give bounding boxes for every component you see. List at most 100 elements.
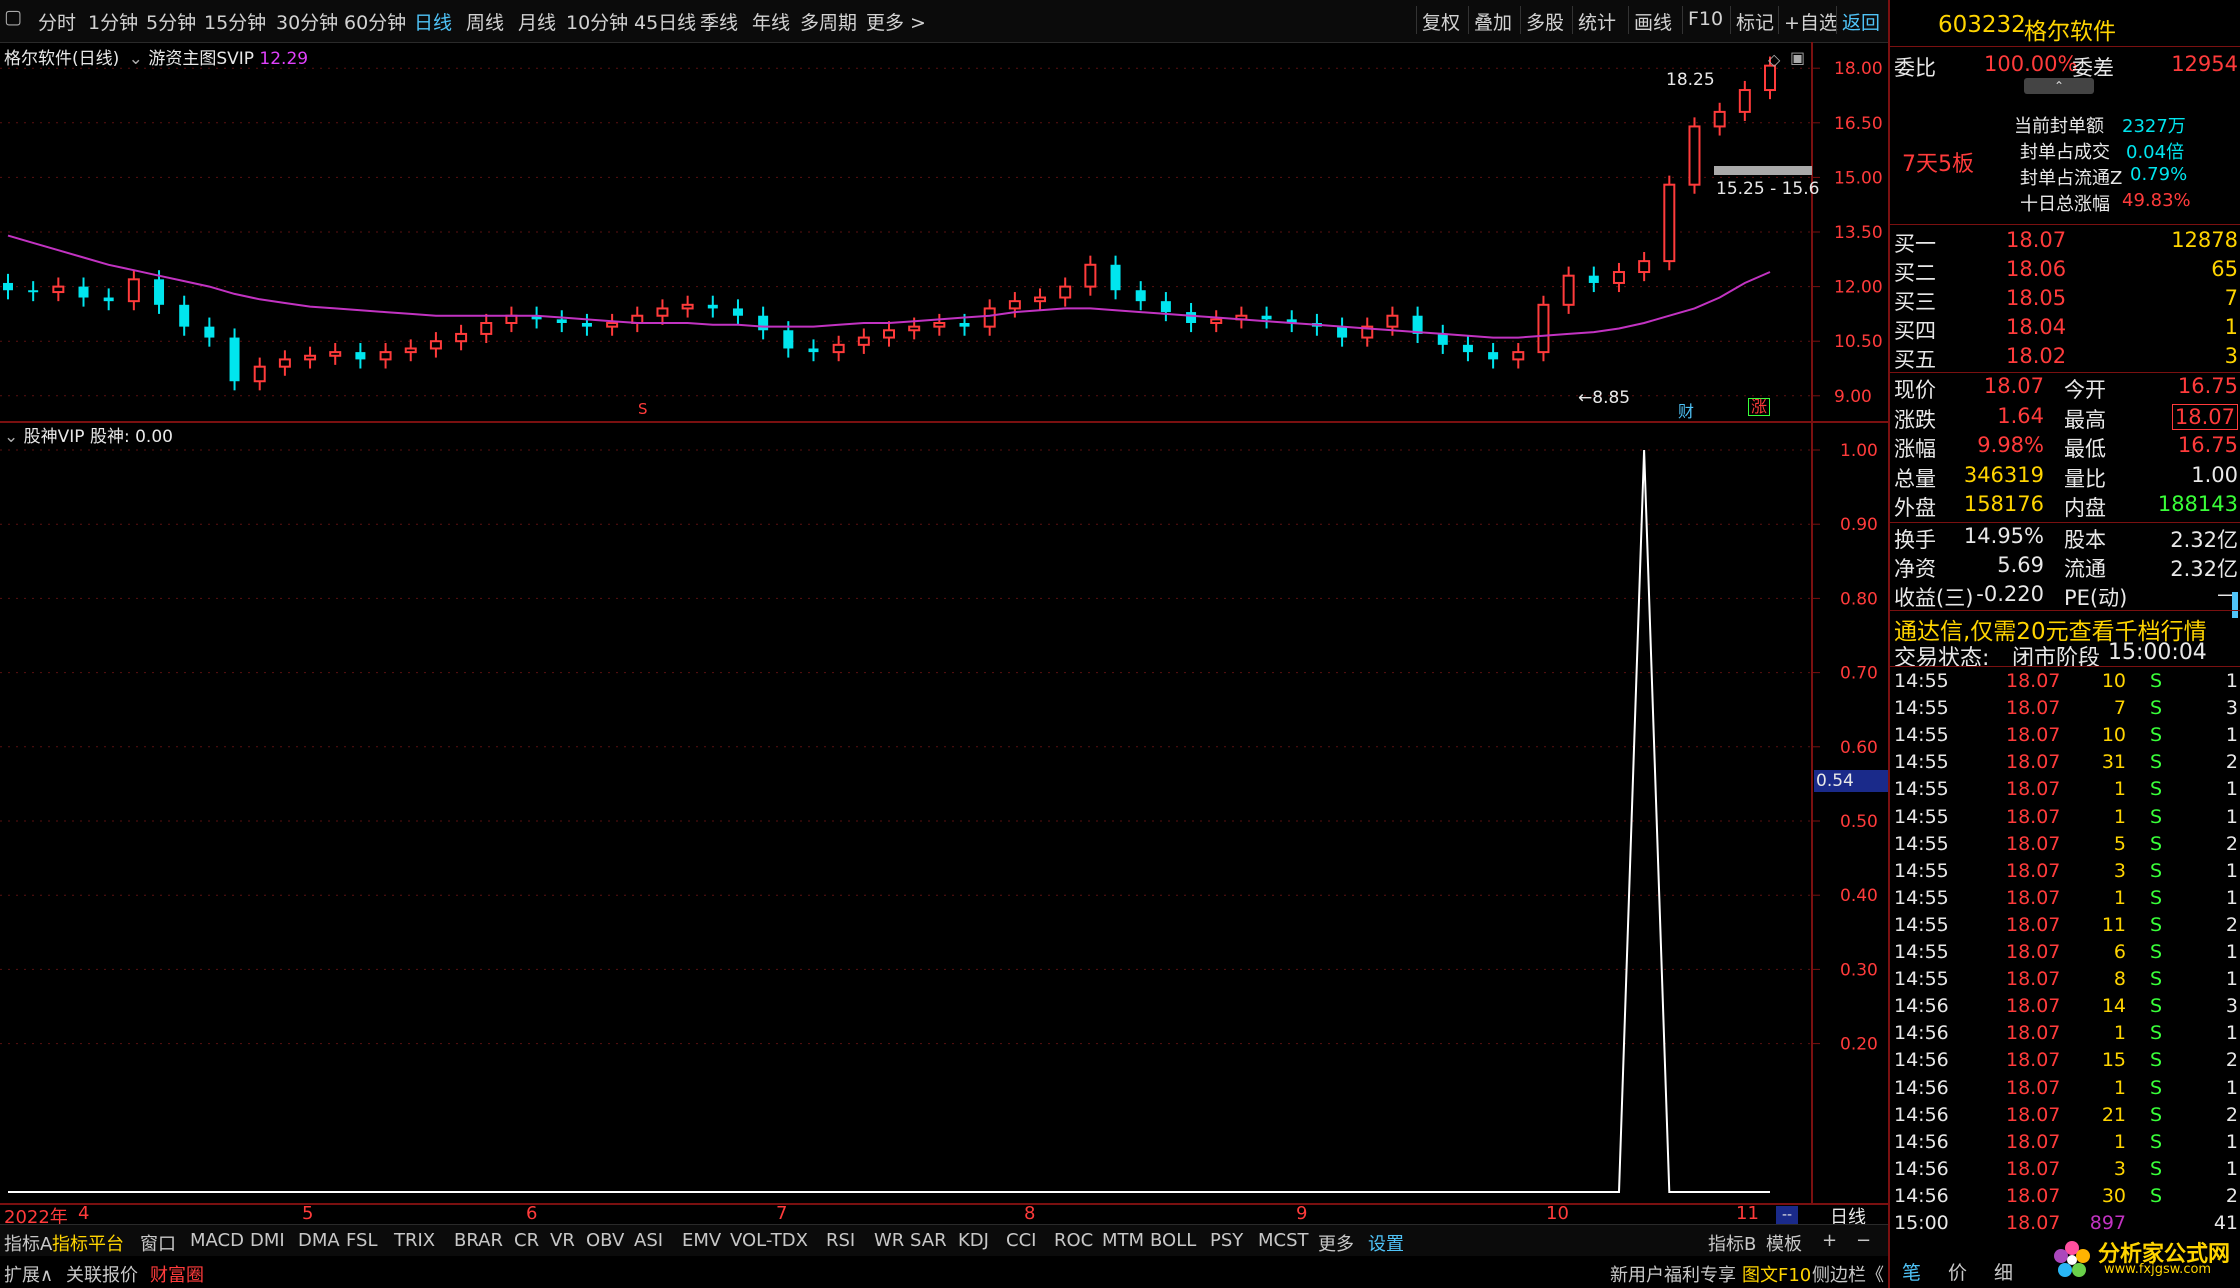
tab-period-13[interactable]: 多周期 bbox=[800, 8, 857, 35]
diamond-icon[interactable]: ◇ bbox=[1768, 50, 1780, 69]
indicator-right-tab-0[interactable]: 指标B bbox=[1708, 1230, 1756, 1256]
indicator-tab-23[interactable]: PSY bbox=[1210, 1230, 1243, 1251]
indicator-tab-3[interactable]: MACD bbox=[190, 1230, 244, 1251]
indicator-tab-16[interactable]: WR bbox=[874, 1230, 904, 1251]
indicator-tab-19[interactable]: CCI bbox=[1006, 1230, 1036, 1251]
bottom-right-tab-0[interactable]: 新用户福利专享 bbox=[1610, 1261, 1736, 1287]
tab-period-4[interactable]: 30分钟 bbox=[276, 8, 338, 35]
indicator-tab-20[interactable]: ROC bbox=[1054, 1230, 1093, 1251]
tab-period-7[interactable]: 周线 bbox=[466, 8, 504, 35]
bottom-left-tab-2[interactable]: 财富圈 bbox=[150, 1261, 204, 1287]
candle-body bbox=[52, 285, 65, 294]
indicator-tab-25[interactable]: 更多 bbox=[1318, 1230, 1354, 1256]
indicator-tab-10[interactable]: VR bbox=[550, 1230, 575, 1251]
candle-body bbox=[278, 358, 291, 368]
candle-body bbox=[1160, 301, 1171, 313]
tab-period-5[interactable]: 60分钟 bbox=[344, 8, 406, 35]
trade-time: 14:56 bbox=[1894, 1184, 1949, 1207]
tab-period-2[interactable]: 5分钟 bbox=[146, 8, 196, 35]
footer-tab-1[interactable]: 价 bbox=[1948, 1258, 1967, 1285]
trade-side: S bbox=[2150, 886, 2163, 909]
indicator-tab-14[interactable]: VOL-TDX bbox=[730, 1230, 808, 1251]
tab-period-6[interactable]: 日线 bbox=[414, 8, 452, 35]
indicator-tab-15[interactable]: RSI bbox=[826, 1230, 855, 1251]
indicator-right-tab-1[interactable]: 模板 bbox=[1766, 1230, 1802, 1256]
tab-period-9[interactable]: 10分钟 bbox=[566, 8, 628, 35]
candle-body bbox=[1261, 315, 1272, 320]
tab-period-14[interactable]: 更多 > bbox=[866, 8, 926, 35]
tab-period-12[interactable]: 年线 bbox=[752, 8, 790, 35]
stat-value: 18.07 bbox=[2171, 403, 2238, 430]
indicator-tab-1[interactable]: 指标平台 bbox=[52, 1230, 124, 1256]
s-marker[interactable]: S bbox=[638, 400, 648, 418]
trade-volume: 3 bbox=[2113, 1157, 2126, 1180]
tab-right-1[interactable]: 叠加 bbox=[1474, 8, 1512, 35]
bottom-left-tab-1[interactable]: 关联报价 bbox=[66, 1261, 138, 1287]
indicator-tab-18[interactable]: KDJ bbox=[958, 1230, 989, 1251]
indicator-right-tab-3[interactable]: − bbox=[1856, 1230, 1871, 1251]
bid-volume: 3 bbox=[2224, 344, 2238, 368]
candle-body bbox=[103, 297, 114, 302]
tab-right-5[interactable]: F10 bbox=[1688, 8, 1723, 30]
indicator-tab-11[interactable]: OBV bbox=[586, 1230, 624, 1251]
stat-label: 换手 bbox=[1894, 528, 1936, 552]
indicator-tab-2[interactable]: 窗口 bbox=[140, 1230, 176, 1256]
trade-volume: 8 bbox=[2113, 968, 2126, 991]
bottom-left-tab-0[interactable]: 扩展∧ bbox=[4, 1261, 53, 1287]
trade-side: S bbox=[2150, 1076, 2163, 1099]
tab-right-3[interactable]: 统计 bbox=[1578, 8, 1616, 35]
scroll-indicator[interactable]: -- bbox=[1776, 1206, 1798, 1224]
indicator-tab-24[interactable]: MCST bbox=[1258, 1230, 1309, 1251]
indicator-tab-22[interactable]: BOLL bbox=[1150, 1230, 1196, 1251]
tab-period-3[interactable]: 15分钟 bbox=[204, 8, 266, 35]
indicator-tab-4[interactable]: DMI bbox=[250, 1230, 285, 1251]
chart-area[interactable]: 18.00 16.50 15.00 13.50 12.00 10.50 9.00 1.00 0… bbox=[0, 42, 1888, 1224]
bottom-right-tab-1[interactable]: 图文F10 bbox=[1742, 1261, 1811, 1287]
tab-period-0[interactable]: 分时 bbox=[38, 8, 76, 35]
watermark: 分析家公式网 www.fxjgsw.com bbox=[2048, 1234, 2238, 1282]
tab-period-8[interactable]: 月线 bbox=[518, 8, 556, 35]
footer-tab-0[interactable]: 笔 bbox=[1902, 1258, 1921, 1285]
zhang-marker[interactable]: 涨 bbox=[1748, 398, 1771, 416]
indicator-tab-7[interactable]: TRIX bbox=[394, 1230, 435, 1251]
tab-period-10[interactable]: 45日线 bbox=[634, 8, 696, 35]
tab-right-4[interactable]: 画线 bbox=[1634, 8, 1672, 35]
indicator-tab-17[interactable]: SAR bbox=[910, 1230, 947, 1251]
tab-right-2[interactable]: 多股 bbox=[1526, 8, 1564, 35]
bottom-right-tab-2[interactable]: 侧边栏《 bbox=[1812, 1261, 1884, 1287]
panel-scrollbar[interactable] bbox=[2232, 592, 2238, 618]
footer-tab-2[interactable]: 细 bbox=[1994, 1258, 2013, 1285]
indicator-tab-13[interactable]: EMV bbox=[682, 1230, 721, 1251]
indicator-tab-8[interactable]: BRAR bbox=[454, 1230, 503, 1251]
indicator-tab-21[interactable]: MTM bbox=[1102, 1230, 1144, 1251]
layout-icon[interactable]: ▣ bbox=[1790, 48, 1805, 67]
stat-label: 现价 bbox=[1894, 378, 1936, 402]
collapse-icon[interactable]: ⌃ bbox=[2024, 78, 2094, 94]
tab-right-0[interactable]: 复权 bbox=[1422, 8, 1460, 35]
tab-right-6[interactable]: 标记 bbox=[1736, 8, 1774, 35]
y-tick-label: 0.20 bbox=[1840, 1035, 1878, 1055]
cai-marker[interactable]: 财 bbox=[1678, 398, 1694, 422]
tab-period-11[interactable]: 季线 bbox=[700, 8, 738, 35]
indicator-tab-26[interactable]: 设置 bbox=[1368, 1230, 1404, 1256]
candle-body bbox=[832, 343, 845, 354]
indicator-bar: 指标A 指标平台 窗口 MACD DMI DMA FSL TRIX BRAR CR VR OBV ASI… bbox=[0, 1224, 1888, 1257]
trade-price: 18.07 bbox=[2006, 941, 2061, 963]
trade-count: 1 bbox=[2225, 670, 2238, 692]
trade-time: 14:56 bbox=[1894, 1076, 1949, 1099]
window-icon[interactable]: ▢ bbox=[4, 6, 22, 28]
indicator-tab-9[interactable]: CR bbox=[514, 1230, 539, 1251]
candle-body bbox=[556, 319, 567, 323]
indicator-right-tab-2[interactable]: + bbox=[1822, 1230, 1837, 1251]
indicator-tab-12[interactable]: ASI bbox=[634, 1230, 663, 1251]
indicator-tab-6[interactable]: FSL bbox=[346, 1230, 378, 1251]
indicator-tab-0[interactable]: 指标A bbox=[4, 1230, 52, 1256]
high-price-label: 18.25 bbox=[1666, 70, 1715, 90]
tab-right-8[interactable]: 返回 bbox=[1842, 8, 1880, 35]
tab-period-1[interactable]: 1分钟 bbox=[88, 8, 138, 35]
candle-body bbox=[1688, 125, 1701, 186]
tab-right-7[interactable]: +自选 bbox=[1784, 8, 1838, 35]
candle-body bbox=[783, 330, 794, 349]
indicator-tab-5[interactable]: DMA bbox=[298, 1230, 340, 1251]
trade-volume: 14 bbox=[2101, 995, 2126, 1018]
